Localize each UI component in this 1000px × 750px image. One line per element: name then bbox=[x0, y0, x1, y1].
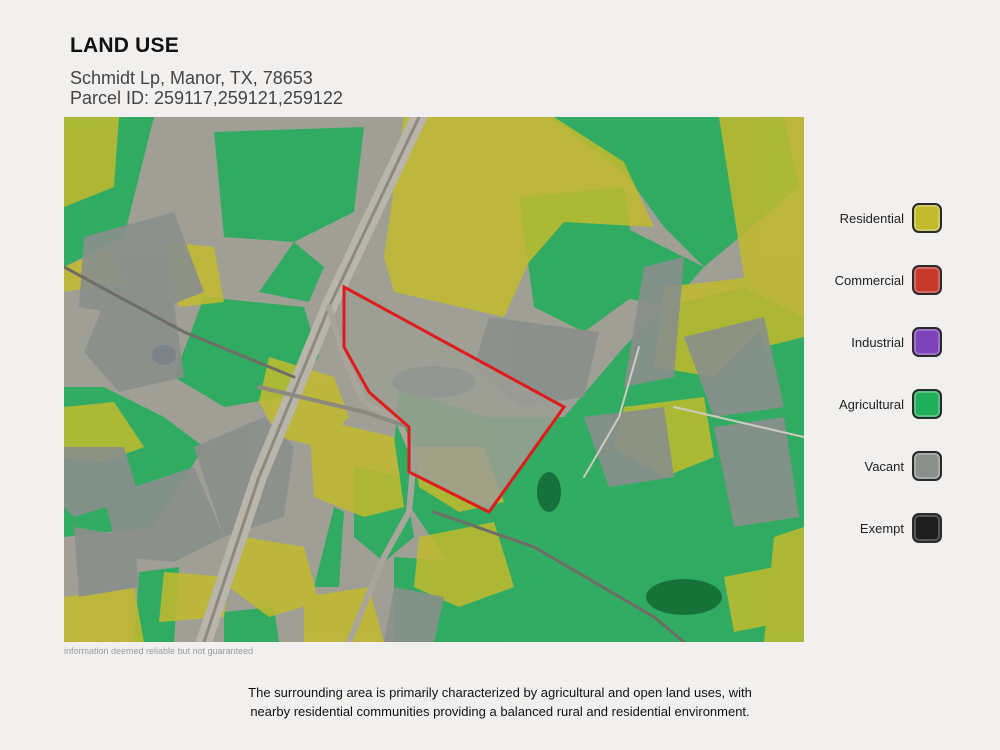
legend-label-commercial: Commercial bbox=[834, 272, 904, 288]
pond-east bbox=[537, 472, 561, 512]
legend-swatch-agricultural bbox=[912, 389, 942, 419]
legend-swatch-industrial bbox=[912, 327, 942, 357]
legend-swatch-vacant bbox=[912, 451, 942, 481]
legend-item-exempt: Exempt bbox=[782, 510, 942, 546]
pond-southeast bbox=[646, 579, 722, 615]
parcel-id: Parcel ID: 259117,259121,259122 bbox=[70, 88, 343, 108]
area-summary-line-1: The surrounding area is primarily charac… bbox=[248, 685, 752, 700]
disclaimer-text: information deemed reliable but not guar… bbox=[64, 646, 254, 656]
legend-item-commercial: Commercial bbox=[782, 262, 942, 298]
area-summary: The surrounding area is primarily charac… bbox=[120, 683, 880, 721]
legend-label-agricultural: Agricultural bbox=[838, 396, 904, 412]
legend-label-vacant: Vacant bbox=[864, 458, 904, 474]
legend-label-industrial: Industrial bbox=[851, 334, 904, 350]
legend-label-exempt: Exempt bbox=[859, 520, 904, 536]
page-title: LAND USE bbox=[70, 34, 179, 57]
legend-item-industrial: Industrial bbox=[782, 324, 942, 360]
pond-west bbox=[152, 345, 176, 365]
legend-item-residential: Residential bbox=[782, 200, 942, 236]
legend-item-agricultural: Agricultural bbox=[782, 386, 942, 422]
legend-swatch-residential bbox=[912, 203, 942, 233]
property-info: Schmidt Lp, Manor, TX, 78653 Parcel ID: … bbox=[70, 68, 343, 108]
legend-item-vacant: Vacant bbox=[782, 448, 942, 484]
area-summary-line-2: nearby residential communities providing… bbox=[250, 704, 750, 719]
land-use-page: LAND USE Schmidt Lp, Manor, TX, 78653 Pa… bbox=[0, 0, 1000, 750]
legend-swatch-exempt bbox=[912, 513, 942, 543]
legend-swatch-commercial bbox=[912, 265, 942, 295]
map-canvas bbox=[64, 117, 804, 642]
land-use-map[interactable] bbox=[64, 117, 804, 642]
property-address: Schmidt Lp, Manor, TX, 78653 bbox=[70, 68, 313, 88]
legend-label-residential: Residential bbox=[839, 210, 904, 226]
